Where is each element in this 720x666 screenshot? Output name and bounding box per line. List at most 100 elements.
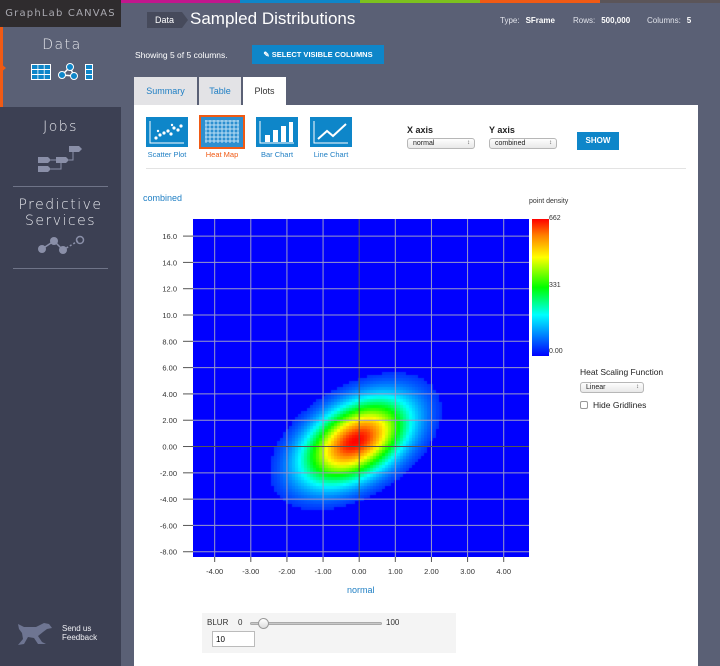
plot-type-label: Scatter Plot (147, 150, 187, 159)
active-indicator (0, 63, 6, 73)
sidebar: GraphLab CANVAS Data Jobs Predictive Ser… (0, 0, 121, 666)
sidebar-item-predictive-services[interactable]: Predictive Services (0, 187, 121, 269)
y-tick-label: 12.0 (162, 285, 177, 294)
jobs-icon (37, 146, 82, 172)
plot-type-label: Bar Chart (260, 150, 294, 159)
heat-scaling-label: Heat Scaling Function (580, 367, 664, 377)
plot-type-label: Heat Map (205, 150, 239, 159)
x-tick-label: 1.00 (388, 567, 403, 576)
colorbar-min-label: 0.00 (549, 348, 563, 355)
scatter-plot-icon (149, 121, 184, 144)
blur-control: BLUR 0 100 (202, 613, 456, 653)
bar-chart-icon (259, 121, 294, 144)
y-tick-label: -2.00 (160, 469, 177, 478)
sidebar-item-jobs[interactable]: Jobs (0, 107, 121, 187)
color-bar-segment (480, 0, 600, 3)
send-feedback-link[interactable]: Send us Feedback (16, 620, 97, 646)
plot-type-label: Line Chart (313, 150, 349, 159)
predictive-services-icon (37, 235, 84, 254)
table-icon[interactable] (31, 64, 51, 80)
tab-summary[interactable]: Summary (134, 77, 197, 105)
sidebar-item-data[interactable]: Data (0, 27, 121, 107)
select-visible-columns-label: SELECT VISIBLE COLUMNS (271, 50, 373, 59)
x-tick-label: 0.00 (352, 567, 367, 576)
blur-value-input[interactable] (212, 631, 255, 647)
blur-max-label: 100 (386, 618, 400, 627)
x-tick-label: -2.00 (278, 567, 295, 576)
type-value: SFrame (525, 16, 555, 25)
feedback-line-2: Feedback (62, 633, 98, 642)
blur-label: BLUR (207, 618, 229, 627)
colorbar-max-label: 662 (549, 215, 561, 222)
plot-type-bar[interactable]: Bar Chart (252, 117, 302, 159)
plot-type-line[interactable]: Line Chart (306, 117, 356, 159)
type-label: Type: (500, 16, 520, 25)
x-tick-label: -3.00 (242, 567, 259, 576)
y-tick-label: 2.00 (162, 416, 177, 425)
chart-x-axis-title: normal (347, 585, 375, 595)
show-button[interactable]: SHOW (577, 132, 619, 150)
rows-info: Rows: 500,000 (573, 16, 630, 25)
y-axis-select[interactable]: combined (489, 138, 557, 149)
x-tick-label: -4.00 (206, 567, 223, 576)
blur-slider-thumb[interactable] (258, 618, 270, 629)
columns-info: Columns: 5 (647, 16, 691, 25)
y-axis-label: Y axis (489, 125, 515, 135)
pencil-icon: ✎ (263, 50, 270, 59)
y-tick-label: 16.0 (162, 232, 177, 241)
brand-logo: GraphLab CANVAS (0, 0, 121, 27)
select-visible-columns-button[interactable]: ✎ SELECT VISIBLE COLUMNS (252, 45, 384, 64)
x-tick-label: -1.00 (315, 567, 332, 576)
x-axis-label: X axis (407, 125, 434, 135)
colorbar (532, 219, 549, 356)
tab-table[interactable]: Table (199, 77, 241, 105)
x-axis-select[interactable]: normal (407, 138, 475, 149)
column-icon[interactable] (85, 64, 93, 80)
breadcrumb[interactable]: Data (147, 12, 189, 28)
y-tick-label: 6.00 (162, 364, 177, 373)
heat-map-icon (205, 120, 239, 143)
sidebar-divider (13, 268, 108, 269)
type-info: Type: SFrame (500, 16, 555, 25)
line-chart-icon (313, 121, 348, 144)
rows-label: Rows: (573, 16, 596, 25)
y-tick-label: -6.00 (160, 521, 177, 530)
columns-value: 5 (686, 16, 692, 25)
x-tick-label: 4.00 (496, 567, 511, 576)
sidebar-item-label: Predictive Services (18, 197, 103, 229)
page-title: Sampled Distributions (190, 9, 356, 28)
blur-min-label: 0 (238, 618, 243, 627)
x-tick-label: 2.00 (424, 567, 439, 576)
y-tick-label: 14.0 (162, 258, 177, 267)
y-tick-label: 4.00 (162, 390, 177, 399)
color-bar-segment (360, 0, 480, 3)
graph-icon[interactable] (57, 63, 79, 81)
y-tick-label: -8.00 (160, 548, 177, 557)
heatmap-canvas[interactable] (193, 219, 529, 557)
y-tick-label: -4.00 (160, 495, 177, 504)
blur-slider-track[interactable] (250, 622, 382, 625)
y-tick-label: 10.0 (162, 311, 177, 320)
divider (146, 168, 686, 169)
showing-columns-text: Showing 5 of 5 columns. (135, 50, 228, 60)
sidebar-item-label: Jobs (43, 119, 78, 135)
chart-y-axis-title: combined (143, 193, 183, 203)
columns-label: Columns: (647, 16, 681, 25)
dog-logo-icon (18, 623, 52, 645)
hide-gridlines-label: Hide Gridlines (593, 400, 647, 410)
x-tick-label: 3.00 (460, 567, 475, 576)
hide-gridlines-checkbox[interactable] (580, 401, 588, 409)
tab-plots[interactable]: Plots (243, 77, 286, 106)
y-tick-label: 0.00 (162, 443, 177, 452)
color-bar-segment (240, 0, 360, 3)
plots-panel: Scatter Plot Heat Map Bar Chart Line Cha… (134, 105, 698, 666)
hide-gridlines-control[interactable]: Hide Gridlines (580, 400, 646, 410)
plot-type-heatmap[interactable]: Heat Map (197, 115, 247, 159)
feedback-line-1: Send us (62, 624, 92, 633)
sidebar-item-label: Data (42, 37, 82, 53)
heat-scaling-select[interactable]: Linear (580, 382, 644, 393)
color-bar-segment (600, 0, 720, 3)
colorbar-mid-label: 331 (549, 282, 561, 289)
plot-type-scatter[interactable]: Scatter Plot (142, 117, 192, 159)
colorbar-title: point density (529, 198, 569, 205)
